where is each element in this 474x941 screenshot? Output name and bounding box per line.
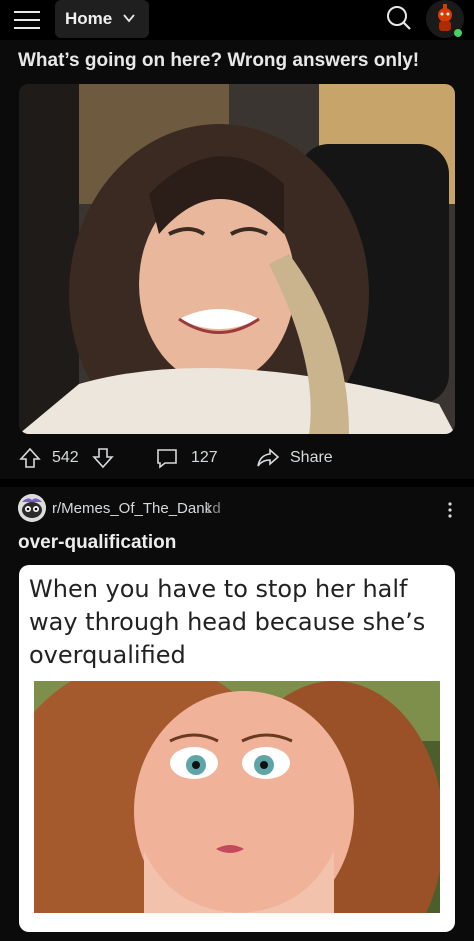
share-icon [257,448,280,467]
online-status-dot [454,29,462,37]
comment-count: 127 [191,449,218,466]
post-image[interactable] [19,84,455,434]
meme-illustration [34,681,440,913]
share-button[interactable]: Share [256,444,333,472]
meme-caption: When you have to stop her half way throu… [29,575,426,669]
subreddit-icon [18,494,46,522]
post-actions: 542 127 Share [0,440,474,476]
more-options-icon[interactable] [444,500,456,520]
hamburger-menu-icon[interactable] [14,8,40,32]
share-label: Share [290,449,333,466]
post-divider [0,479,474,487]
upvote-count: 542 [52,449,79,466]
subreddit-avatar[interactable] [18,494,46,522]
post-image[interactable]: When you have to stop her half way throu… [19,565,455,932]
post-title[interactable]: What’s going on here? Wrong answers only… [18,50,458,72]
top-bar: Home [0,0,474,40]
feed-selector[interactable]: Home [55,0,149,38]
post-title[interactable]: over-qualification [18,532,176,554]
chevron-down-icon [123,14,135,23]
feed-selector-label: Home [65,9,113,28]
user-avatar[interactable] [426,0,464,38]
subreddit-name[interactable]: r/Memes_Of_The_Dank [52,500,212,517]
vote-group: 542 [18,444,115,472]
cartoon-face-illustration [34,681,440,913]
comments-button[interactable]: 127 [155,444,218,472]
downvote-icon[interactable] [91,446,115,470]
photo-illustration [19,84,455,434]
comment-icon [157,449,177,469]
upvote-icon[interactable] [18,446,42,470]
post-age: 1d [204,500,221,517]
search-icon[interactable] [385,4,413,32]
